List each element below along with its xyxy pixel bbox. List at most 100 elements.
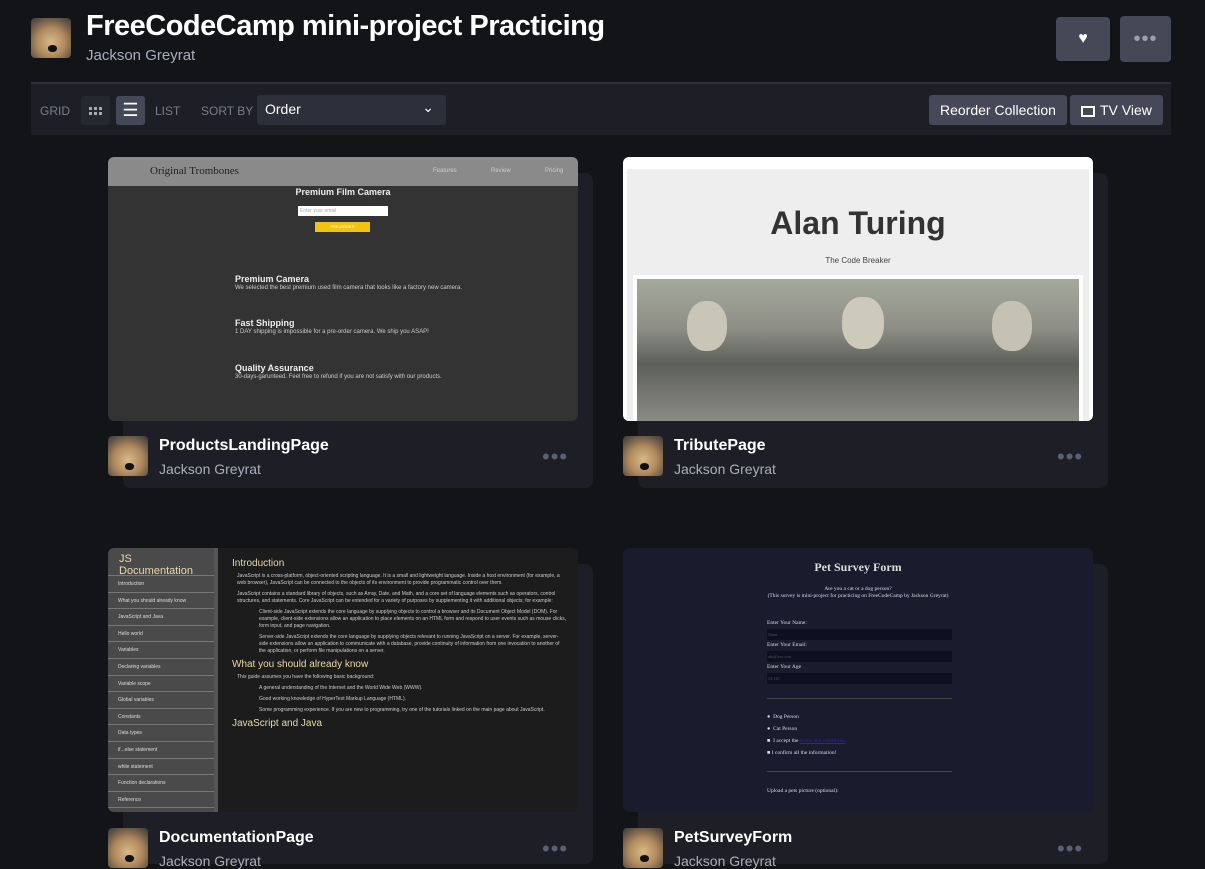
- preview-desc: Are you a cat or a dog person?: [824, 586, 892, 592]
- doc-text: Client-side JavaScript extends the core …: [259, 609, 567, 629]
- doc-nav-item: while statement: [108, 759, 214, 776]
- preview-subtitle: The Code Breaker: [825, 256, 891, 265]
- doc-nav-title: JS Documentation: [108, 548, 214, 577]
- pen-title[interactable]: PetSurveyForm: [674, 829, 792, 847]
- list-label: LIST: [155, 104, 181, 118]
- collection-toolbar: GRID ☰ LIST SORT BY Order ⌄ Reorder Coll…: [31, 82, 1171, 135]
- checkbox-label: I confirm all the information!: [771, 750, 837, 756]
- doc-heading: JavaScript and Java: [232, 718, 323, 729]
- age-field: 13-120: [767, 673, 952, 684]
- pen-owner-avatar[interactable]: [623, 828, 663, 868]
- doc-text: JavaScript is a cross-platform, object-o…: [237, 573, 560, 586]
- pen-owner[interactable]: Jackson Greyrat: [674, 853, 776, 869]
- pen-more-icon[interactable]: •••: [542, 444, 568, 470]
- preview-nav: Features: [433, 168, 457, 174]
- chevron-down-icon: ⌄: [422, 99, 434, 115]
- preview-heading: Pet Survey Form: [814, 560, 902, 574]
- email-field: abc@xxx.com: [767, 651, 952, 662]
- doc-nav-item: Variables: [108, 642, 214, 659]
- pen-preview-tribute[interactable]: Alan Turing The Code Breaker: [623, 157, 1093, 421]
- preview-email: Enter your email: [298, 206, 388, 216]
- collection-title: FreeCodeCamp mini-project Practicing: [86, 10, 605, 42]
- doc-heading: Introduction: [232, 558, 285, 569]
- radio-label: Dog Person: [773, 714, 799, 720]
- preview-nav: Review: [491, 168, 511, 174]
- doc-text: Good working knowledge of HyperText Mark…: [259, 696, 407, 702]
- pen-owner-avatar[interactable]: [108, 436, 148, 476]
- list-view-button[interactable]: ☰: [116, 96, 145, 125]
- doc-nav-item: What you should already know: [108, 593, 214, 610]
- pen-more-icon[interactable]: •••: [542, 836, 568, 862]
- doc-nav-item: if...else statement: [108, 742, 214, 759]
- pen-title[interactable]: TributePage: [674, 437, 766, 455]
- checkbox-label: I accept the: [773, 738, 799, 744]
- more-options-button[interactable]: •••: [1120, 16, 1171, 62]
- preview-heading: Alan Turing: [770, 205, 946, 241]
- form-label: Enter Your Email:: [767, 642, 807, 648]
- doc-nav-item: Hello world: [108, 626, 214, 643]
- pen-owner[interactable]: Jackson Greyrat: [159, 853, 261, 869]
- pen-title[interactable]: DocumentationPage: [159, 829, 314, 847]
- feature-title: Fast Shipping: [235, 318, 295, 329]
- form-label: Enter Your Age: [767, 664, 802, 670]
- pen-owner[interactable]: Jackson Greyrat: [674, 461, 776, 477]
- doc-text: Server-side JavaScript extends the core …: [259, 634, 560, 654]
- grid-label: GRID: [40, 104, 70, 118]
- feature-text: 1 DAY shipping is impossible for a pre-o…: [235, 329, 429, 336]
- pen-owner[interactable]: Jackson Greyrat: [159, 461, 261, 477]
- terms-link: terms and conditions: [799, 738, 846, 744]
- doc-nav-item: JavaScript and Java: [108, 609, 214, 626]
- preview-desc: (This survey is mini-project for practic…: [767, 593, 949, 599]
- sort-value: Order: [265, 101, 301, 117]
- doc-nav-item: Constants: [108, 709, 214, 726]
- heart-icon: ♥: [1078, 30, 1088, 47]
- doc-nav-item: Reference: [108, 792, 214, 809]
- pen-owner-avatar[interactable]: [108, 828, 148, 868]
- feature-text: We selected the best premium used film c…: [235, 285, 462, 291]
- doc-nav-item: Variable scope: [108, 676, 214, 693]
- dog-radio: ● Dog Person: [767, 714, 799, 720]
- form-label: Enter Your Name:: [767, 620, 807, 626]
- pen-preview-products-landing[interactable]: Original Trombones Features Review Prici…: [108, 157, 578, 421]
- reorder-collection-button[interactable]: Reorder Collection: [929, 95, 1067, 125]
- pen-owner-avatar[interactable]: [623, 436, 663, 476]
- preview-button: PRE-ORDER: [315, 222, 370, 232]
- doc-nav-item: Declaring variables: [108, 659, 214, 676]
- ellipsis-icon: •••: [1133, 27, 1158, 50]
- radio-label: Cat Person: [773, 726, 798, 732]
- collection-owner[interactable]: Jackson Greyrat: [86, 47, 195, 64]
- confirm-checkbox: ■ I confirm all the information!: [767, 750, 837, 756]
- doc-nav-item: Global variables: [108, 692, 214, 709]
- preview-heading: Premium Film Camera: [295, 187, 391, 197]
- doc-nav-item: Introduction: [108, 576, 214, 593]
- pen-more-icon[interactable]: •••: [1057, 444, 1083, 470]
- sort-select[interactable]: Order ⌄: [257, 95, 446, 125]
- tv-view-button[interactable]: TV View: [1070, 95, 1163, 125]
- tribute-photo: [633, 275, 1083, 421]
- preview-logo: Original Trombones: [150, 165, 239, 177]
- collection-owner-avatar[interactable]: [31, 18, 71, 58]
- pen-more-icon[interactable]: •••: [1057, 836, 1083, 862]
- terms-checkbox: ■ I accept the terms and conditions: [767, 738, 846, 744]
- sort-by-label: SORT BY: [201, 104, 254, 118]
- doc-text: JavaScript contains a standard library o…: [237, 591, 556, 604]
- doc-nav: JS Documentation Introduction What you sh…: [108, 548, 218, 812]
- grid-view-button[interactable]: [81, 96, 110, 125]
- survey-form: Enter Your Name: Name Enter Your Email: …: [767, 620, 952, 794]
- pen-preview-documentation[interactable]: JS Documentation Introduction What you sh…: [108, 548, 578, 812]
- doc-nav-item: Function declarations: [108, 775, 214, 792]
- doc-text: A general understanding of the Internet …: [259, 685, 423, 691]
- preview-nav: Pricing: [545, 168, 564, 174]
- doc-text: This guide assumes you have the followin…: [237, 674, 375, 680]
- doc-content: Introduction JavaScript is a cross-platf…: [232, 558, 572, 729]
- pen-title[interactable]: ProductsLandingPage: [159, 437, 329, 455]
- list-icon: ☰: [122, 100, 139, 120]
- grid-icon: [89, 106, 102, 115]
- pen-preview-pet-survey[interactable]: Pet Survey Form Are you a cat or a dog p…: [623, 548, 1093, 812]
- tv-icon: [1081, 106, 1095, 117]
- feature-title: Premium Camera: [235, 274, 310, 284]
- tv-view-label: TV View: [1100, 102, 1152, 118]
- name-field: Name: [767, 629, 952, 640]
- like-button[interactable]: ♥: [1056, 17, 1110, 61]
- doc-heading: What you should already know: [232, 659, 369, 670]
